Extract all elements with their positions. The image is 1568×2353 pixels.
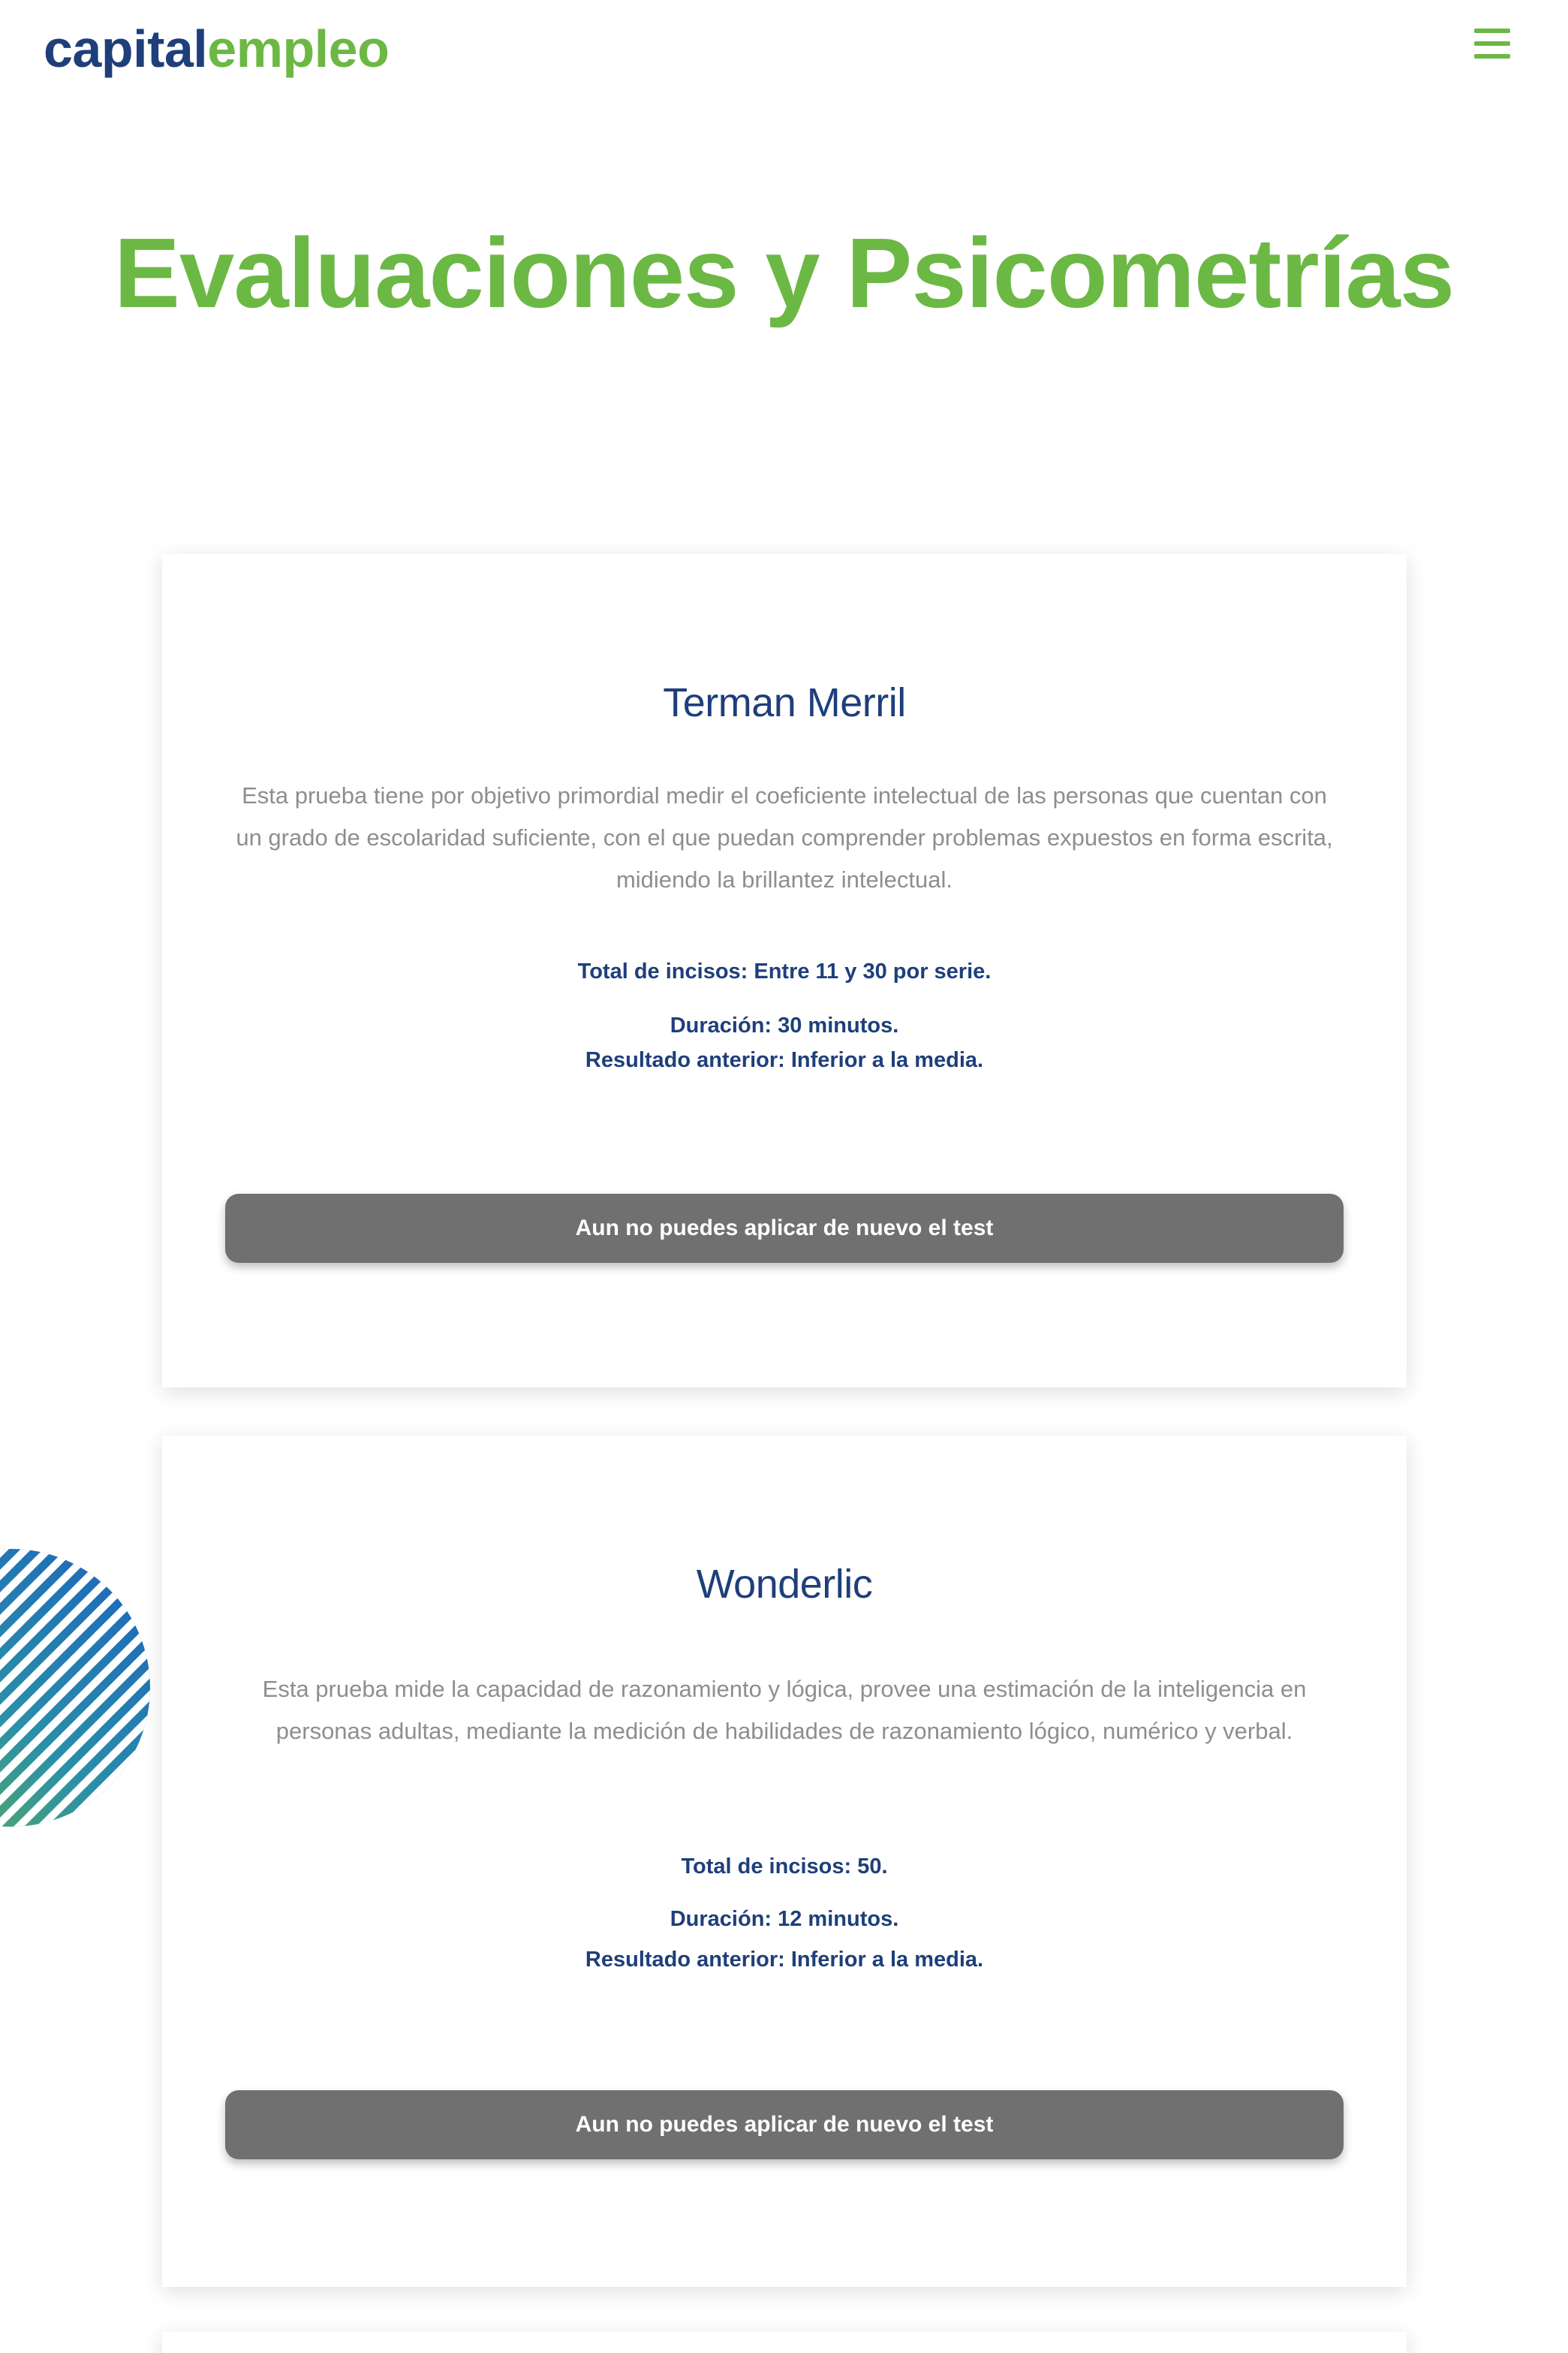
hamburger-menu-icon xyxy=(1474,29,1510,59)
apply-test-button-disabled[interactable]: Aun no puedes aplicar de nuevo el test xyxy=(225,2090,1344,2159)
test-previous-result: Resultado anterior: Inferior a la media. xyxy=(585,1048,984,1072)
test-previous-result: Resultado anterior: Inferior a la media. xyxy=(585,1948,984,1972)
logo-text-empleo: empleo xyxy=(207,20,390,78)
page-title: Evaluaciones y Psicometrías xyxy=(113,218,1455,328)
test-total-items: Total de incisos: 50. xyxy=(681,1854,888,1878)
menu-button[interactable] xyxy=(1470,23,1515,65)
test-duration: Duración: 12 minutos. xyxy=(670,1907,899,1931)
test-card-title: Terman Merril xyxy=(663,680,906,725)
logo-text-capital: capital xyxy=(44,20,208,78)
test-total-items: Total de incisos: Entre 11 y 30 por seri… xyxy=(577,960,992,984)
test-duration: Duración: 30 minutos. xyxy=(670,1014,899,1038)
test-card-wonderlic: Wonderlic Esta prueba mide la capacidad … xyxy=(162,1436,1407,2287)
test-card-title: Wonderlic xyxy=(696,1562,873,1607)
test-card-terman-merril: Terman Merril Esta prueba tiene por obje… xyxy=(162,554,1407,1387)
capitalempleo-logo[interactable]: capitalempleo xyxy=(44,20,390,78)
test-card-partial xyxy=(162,2332,1407,2353)
test-card-description: Esta prueba tiene por objetivo primordia… xyxy=(236,782,1333,893)
apply-test-button-disabled[interactable]: Aun no puedes aplicar de nuevo el test xyxy=(225,1194,1344,1263)
test-card-description: Esta prueba mide la capacidad de razonam… xyxy=(262,1676,1307,1744)
decorative-striped-circle xyxy=(0,1549,150,1827)
page: capitalempleo Evaluaciones y Psicometría… xyxy=(0,0,1568,2353)
